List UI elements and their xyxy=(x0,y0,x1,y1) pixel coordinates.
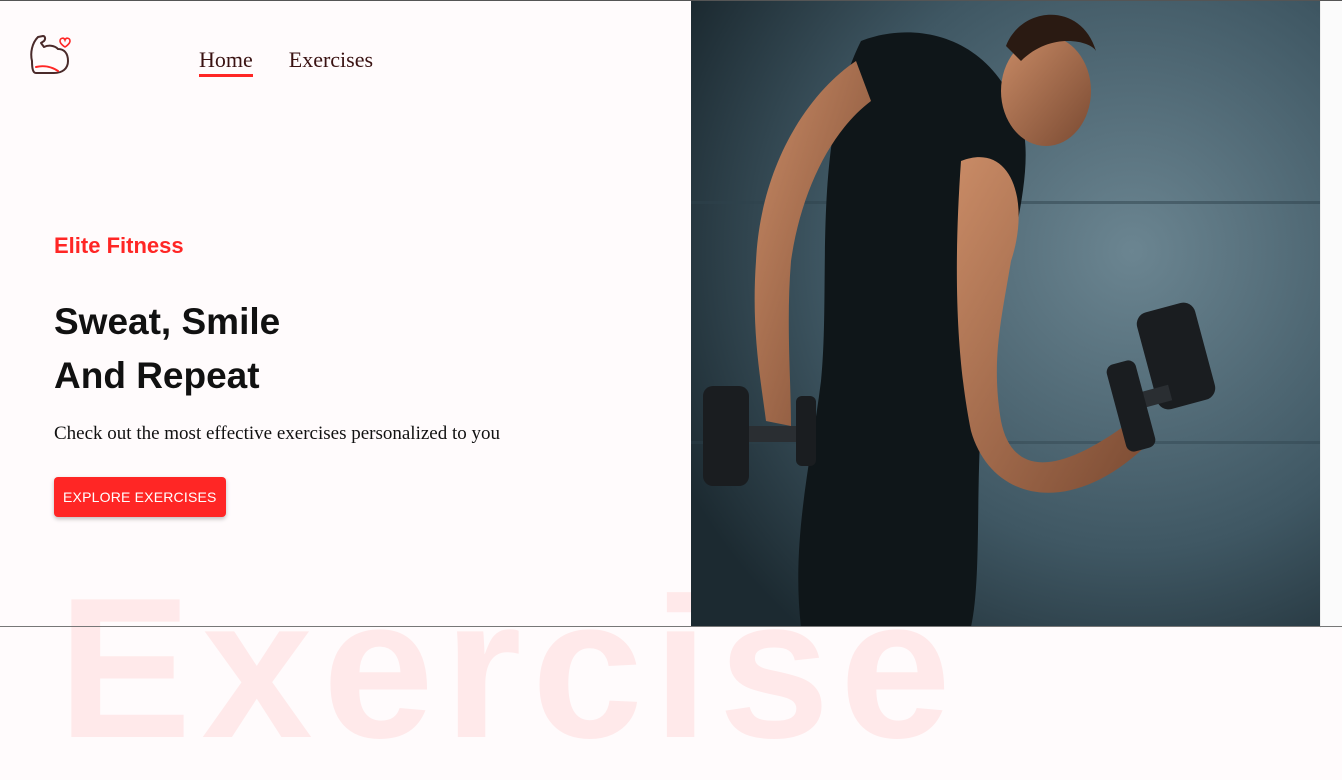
nav-link-home[interactable]: Home xyxy=(199,47,253,77)
hero-tagline: Elite Fitness xyxy=(54,233,184,258)
flexed-arm-heart-icon xyxy=(30,35,71,74)
headline-line-1: Sweat, Smile xyxy=(54,301,281,342)
main-nav: Home Exercises xyxy=(199,47,373,77)
page-scrollbar-area xyxy=(1320,1,1342,628)
explore-exercises-button[interactable]: EXPLORE EXERCISES xyxy=(54,477,226,517)
hero-content: Elite Fitness Sweat, Smile And Repeat Ch… xyxy=(54,233,654,517)
athlete-dumbbell-image xyxy=(691,1,1321,627)
hero-headline: Sweat, Smile And Repeat xyxy=(54,295,654,403)
logo-icon[interactable] xyxy=(26,31,72,77)
hero-subtext: Check out the most effective exercises p… xyxy=(54,423,500,444)
nav-link-exercises[interactable]: Exercises xyxy=(289,47,373,77)
hero-banner-image xyxy=(691,1,1321,627)
headline-line-2: And Repeat xyxy=(54,355,260,396)
